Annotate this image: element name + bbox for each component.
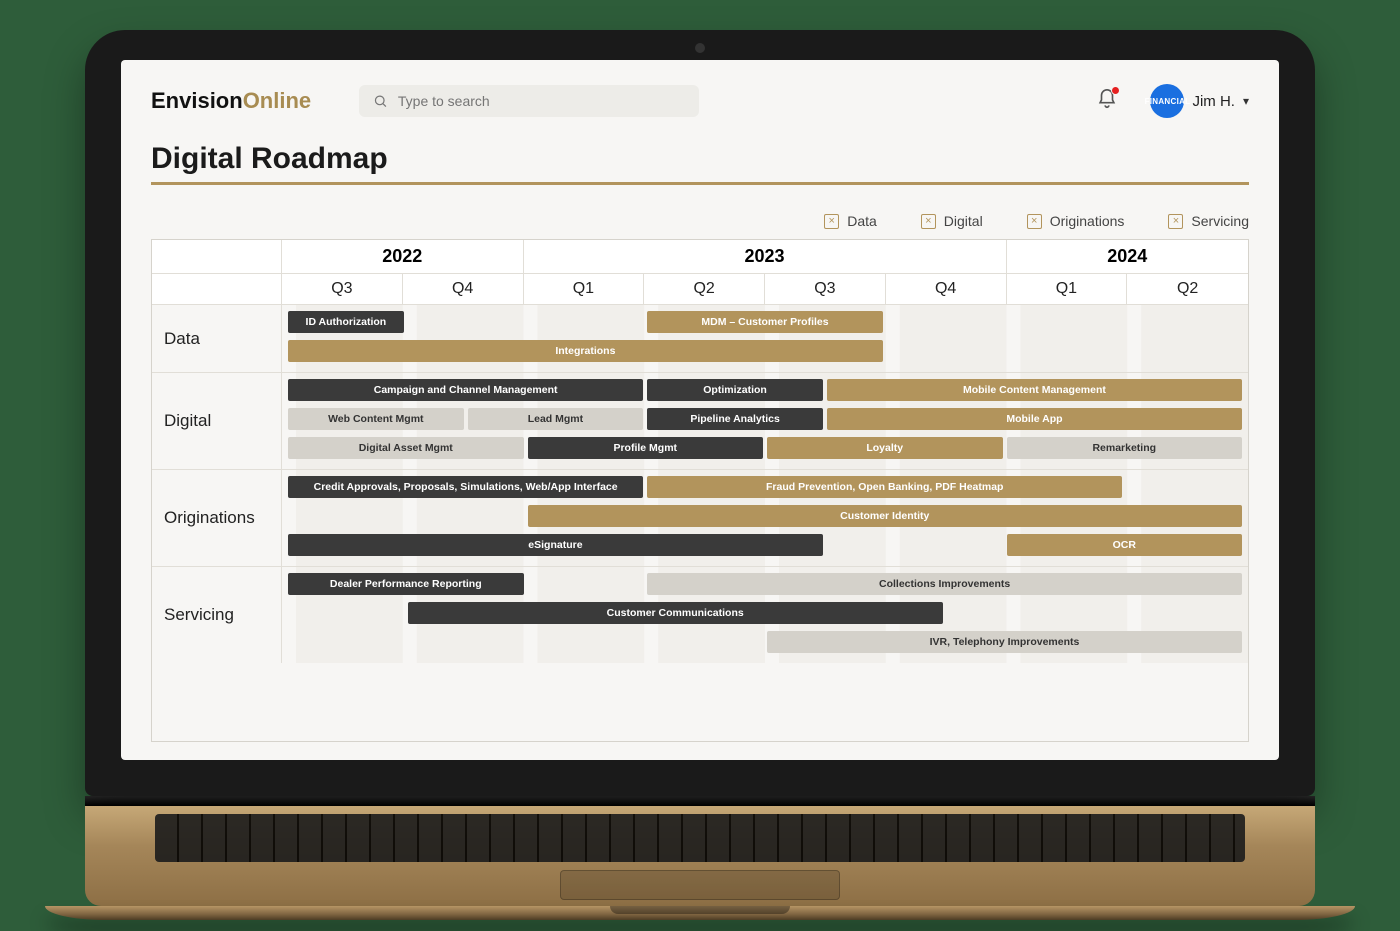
checkbox-icon: × bbox=[1168, 214, 1183, 229]
header-blank bbox=[152, 274, 282, 304]
checkbox-icon: × bbox=[824, 214, 839, 229]
gantt-bar[interactable]: Lead Mgmt bbox=[468, 408, 644, 430]
app-screen: EnvisionOnline FINANCIAL Jim H. ▾ Digita bbox=[121, 60, 1279, 760]
gantt-bar[interactable]: Remarketing bbox=[1007, 437, 1243, 459]
keyboard-icon bbox=[155, 814, 1245, 862]
logo-part1: Envision bbox=[151, 88, 243, 113]
header-blank bbox=[152, 240, 282, 273]
notification-dot-icon bbox=[1111, 86, 1120, 95]
category-body: Credit Approvals, Proposals, Simulations… bbox=[282, 470, 1248, 566]
user-name: Jim H. bbox=[1192, 93, 1235, 110]
gantt-bar[interactable]: Optimization bbox=[647, 379, 823, 401]
gantt-bar[interactable]: ID Authorization bbox=[288, 311, 404, 333]
search-icon bbox=[373, 93, 388, 109]
gantt-bar[interactable]: Campaign and Channel Management bbox=[288, 379, 643, 401]
gantt-bar[interactable]: Credit Approvals, Proposals, Simulations… bbox=[288, 476, 643, 498]
chevron-down-icon: ▾ bbox=[1243, 94, 1249, 108]
category-body: Campaign and Channel ManagementOptimizat… bbox=[282, 373, 1248, 469]
logo-part2: Online bbox=[243, 88, 311, 113]
gantt-bar[interactable]: Mobile Content Management bbox=[827, 379, 1242, 401]
category-originations: Originations bbox=[152, 470, 282, 566]
legend-label: Servicing bbox=[1191, 213, 1249, 229]
search-box[interactable] bbox=[359, 85, 699, 117]
gantt-bar[interactable]: Customer Communications bbox=[408, 602, 943, 624]
gantt-bar[interactable]: OCR bbox=[1007, 534, 1243, 556]
legend-label: Digital bbox=[944, 213, 983, 229]
gantt-bar[interactable]: MDM – Customer Profiles bbox=[647, 311, 883, 333]
notifications-button[interactable] bbox=[1096, 88, 1118, 115]
gantt-bar[interactable]: Mobile App bbox=[827, 408, 1242, 430]
gantt-bar[interactable]: Profile Mgmt bbox=[528, 437, 764, 459]
category-data: Data bbox=[152, 305, 282, 372]
quarter-header: Q4 bbox=[886, 274, 1007, 304]
gantt-bar[interactable]: Loyalty bbox=[767, 437, 1003, 459]
checkbox-icon: × bbox=[921, 214, 936, 229]
page-title: Digital Roadmap bbox=[151, 142, 1249, 185]
logo: EnvisionOnline bbox=[151, 88, 311, 114]
quarter-header: Q3 bbox=[765, 274, 886, 304]
trackpad-icon bbox=[560, 870, 840, 900]
year-header: 2022 bbox=[282, 240, 524, 273]
gantt-bar[interactable]: Pipeline Analytics bbox=[647, 408, 823, 430]
gantt-bar[interactable]: Customer Identity bbox=[528, 505, 1243, 527]
category-body: Dealer Performance Reporting Collections … bbox=[282, 567, 1248, 663]
search-input[interactable] bbox=[398, 93, 685, 109]
gantt-bar[interactable]: Web Content Mgmt bbox=[288, 408, 464, 430]
year-header: 2023 bbox=[524, 240, 1007, 273]
category-servicing: Servicing bbox=[152, 567, 282, 663]
quarter-header: Q2 bbox=[644, 274, 765, 304]
quarter-header: Q4 bbox=[403, 274, 524, 304]
gantt-bar[interactable]: Collections Improvements bbox=[647, 573, 1242, 595]
app-header: EnvisionOnline FINANCIAL Jim H. ▾ bbox=[151, 84, 1249, 118]
user-menu[interactable]: FINANCIAL Jim H. ▾ bbox=[1136, 84, 1249, 118]
quarter-header: Q3 bbox=[282, 274, 403, 304]
gantt-bar[interactable]: IVR, Telephony Improvements bbox=[767, 631, 1242, 653]
legend-item-data[interactable]: × Data bbox=[824, 213, 877, 229]
gantt-bar[interactable]: Fraud Prevention, Open Banking, PDF Heat… bbox=[647, 476, 1122, 498]
year-header: 2024 bbox=[1007, 240, 1249, 273]
camera-icon bbox=[695, 43, 705, 53]
gantt-bar[interactable]: Integrations bbox=[288, 340, 883, 362]
category-body: ID Authorization MDM – Customer Profiles I… bbox=[282, 305, 1248, 372]
roadmap-chart: 202220232024Q3Q4Q1Q2Q3Q4Q1Q2DataID Autho… bbox=[151, 239, 1249, 742]
gantt-bar[interactable]: Digital Asset Mgmt bbox=[288, 437, 524, 459]
legend-item-originations[interactable]: × Originations bbox=[1027, 213, 1125, 229]
gantt-bar[interactable]: eSignature bbox=[288, 534, 823, 556]
quarter-header: Q1 bbox=[1007, 274, 1128, 304]
checkbox-icon: × bbox=[1027, 214, 1042, 229]
avatar: FINANCIAL bbox=[1150, 84, 1184, 118]
gantt-bar[interactable]: Dealer Performance Reporting bbox=[288, 573, 524, 595]
legend-item-servicing[interactable]: × Servicing bbox=[1168, 213, 1249, 229]
laptop-mockup: EnvisionOnline FINANCIAL Jim H. ▾ Digita bbox=[85, 30, 1315, 920]
quarter-header: Q1 bbox=[524, 274, 645, 304]
category-digital: Digital bbox=[152, 373, 282, 469]
quarter-header: Q2 bbox=[1127, 274, 1248, 304]
legend-item-digital[interactable]: × Digital bbox=[921, 213, 983, 229]
legend-label: Data bbox=[847, 213, 877, 229]
legend: × Data × Digital × Originations × Servicing bbox=[151, 213, 1249, 229]
legend-label: Originations bbox=[1050, 213, 1125, 229]
